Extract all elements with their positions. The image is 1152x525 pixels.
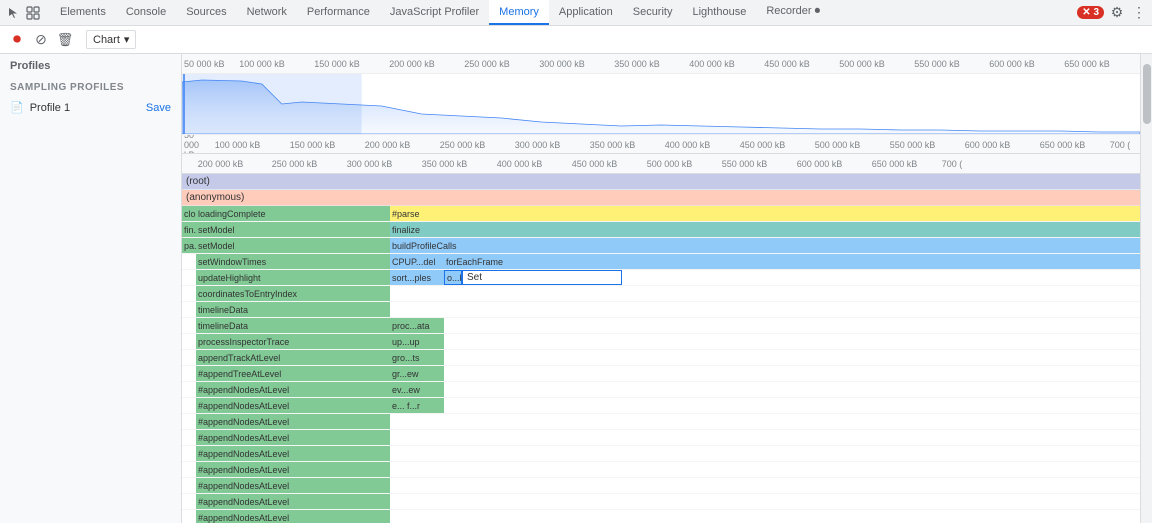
tab-js-profiler[interactable]: JavaScript Profiler	[380, 0, 489, 25]
tab-console[interactable]: Console	[116, 0, 176, 25]
table-row[interactable]: #appendTreeAtLevel gr...ew	[182, 366, 1140, 382]
tab-lighthouse[interactable]: Lighthouse	[682, 0, 756, 25]
table-row[interactable]: appendTrackAtLevel gro...ts	[182, 350, 1140, 366]
sampling-header: SAMPLING PROFILES	[0, 78, 181, 97]
toolbar-icons: ⏺ ⊘ 🗑	[8, 31, 74, 49]
profile-1-item[interactable]: 📄 Profile 1 Save	[0, 97, 181, 118]
vertical-scrollbar[interactable]	[1140, 54, 1152, 523]
chevron-down-icon: ▾	[124, 33, 130, 46]
settings-icon[interactable]: ⚙	[1108, 4, 1126, 22]
table-row[interactable]: #appendNodesAtLevel	[182, 510, 1140, 523]
detail-ruler: 200 000 kB 250 000 kB 300 000 kB 350 000…	[182, 154, 1140, 174]
more-icon[interactable]: ⋮	[1130, 4, 1148, 22]
devtools-pointer-icon[interactable]	[4, 4, 22, 22]
table-row[interactable]: #appendNodesAtLevel	[182, 430, 1140, 446]
profile-icon: 📄	[10, 101, 24, 114]
overview-bottom-ruler: 50 000 kB 100 000 kB 150 000 kB 200 000 …	[182, 134, 1140, 154]
scrollbar-thumb[interactable]	[1143, 64, 1151, 124]
table-row[interactable]: timelineData proc...ata	[182, 318, 1140, 334]
table-row[interactable]: #appendNodesAtLevel	[182, 478, 1140, 494]
table-row[interactable]: #appendNodesAtLevel	[182, 414, 1140, 430]
flame-chart[interactable]: (root) (anonymous) close loadingComplete…	[182, 174, 1140, 523]
table-row[interactable]: processInspectorTrace up...up	[182, 334, 1140, 350]
chart-body	[182, 74, 1140, 134]
table-row[interactable]: #appendNodesAtLevel	[182, 494, 1140, 510]
tab-sources[interactable]: Sources	[176, 0, 236, 25]
tab-application[interactable]: Application	[549, 0, 623, 25]
sidebar: Profiles SAMPLING PROFILES 📄 Profile 1 S…	[0, 54, 182, 523]
table-row[interactable]: fin...ce setModel finalize	[182, 222, 1140, 238]
table-row[interactable]: #appendNodesAtLevel	[182, 446, 1140, 462]
record-icon[interactable]: ⏺	[8, 31, 26, 49]
mini-ruler: 50 000 kB 100 000 kB 150 000 kB 200 000 …	[182, 54, 1140, 74]
top-navigation: Elements Console Sources Network Perform…	[0, 0, 1152, 26]
table-row[interactable]: close loadingComplete #parse	[182, 206, 1140, 222]
table-row[interactable]: timelineData	[182, 302, 1140, 318]
table-row[interactable]: setWindowTimes CPUP...del forEachFrame	[182, 254, 1140, 270]
nav-tabs: Elements Console Sources Network Perform…	[50, 0, 1077, 25]
toolbar: ⏺ ⊘ 🗑 Chart ▾	[0, 26, 1152, 54]
table-row[interactable]: pa...at setModel buildProfileCalls	[182, 238, 1140, 254]
tab-network[interactable]: Network	[237, 0, 297, 25]
save-button[interactable]: Save	[146, 102, 171, 114]
table-row[interactable]: updateHighlight sort...ples o...k Set	[182, 270, 1140, 286]
tab-recorder[interactable]: Recorder ⏺	[756, 0, 830, 25]
tab-elements[interactable]: Elements	[50, 0, 116, 25]
nav-right-controls: ✕ 3 ⚙ ⋮	[1077, 4, 1148, 22]
profiles-header: Profiles	[0, 54, 181, 78]
stop-icon[interactable]: ⊘	[32, 31, 50, 49]
chart-label: Chart	[93, 34, 120, 46]
overview-chart: 50 000 kB 100 000 kB 150 000 kB 200 000 …	[182, 54, 1140, 154]
table-row[interactable]: (root)	[182, 174, 1140, 190]
tab-security[interactable]: Security	[623, 0, 683, 25]
profile-name: Profile 1	[30, 102, 70, 114]
devtools-icons	[4, 4, 42, 22]
table-row[interactable]: #appendNodesAtLevel ev...ew	[182, 382, 1140, 398]
devtools-inspect-icon[interactable]	[24, 4, 42, 22]
chart-select[interactable]: Chart ▾	[86, 30, 136, 49]
content-area: 50 000 kB 100 000 kB 150 000 kB 200 000 …	[182, 54, 1140, 523]
table-row[interactable]: (anonymous)	[182, 190, 1140, 206]
main-layout: Profiles SAMPLING PROFILES 📄 Profile 1 S…	[0, 54, 1152, 523]
profile-item-left: 📄 Profile 1	[10, 101, 70, 114]
table-row[interactable]: coordinatesToEntryIndex	[182, 286, 1140, 302]
tab-performance[interactable]: Performance	[297, 0, 380, 25]
table-row[interactable]: #appendNodesAtLevel	[182, 462, 1140, 478]
tab-memory[interactable]: Memory	[489, 0, 549, 25]
clear-icon[interactable]: 🗑	[56, 31, 74, 49]
error-badge[interactable]: ✕ 3	[1077, 6, 1104, 19]
table-row[interactable]: #appendNodesAtLevel e... f...r	[182, 398, 1140, 414]
